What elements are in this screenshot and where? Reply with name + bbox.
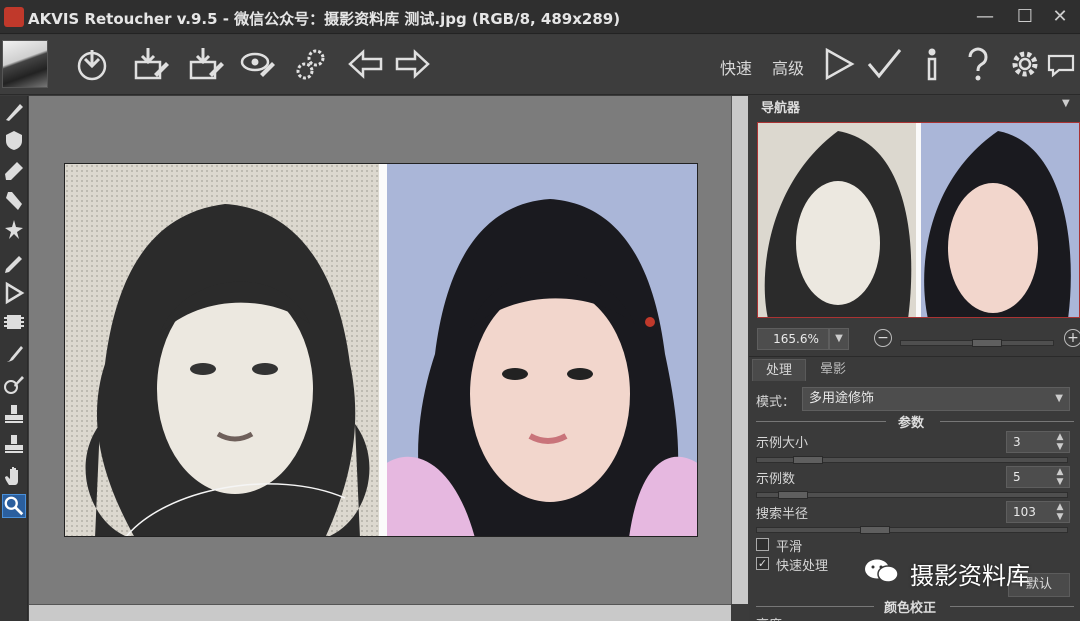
- sample-size-label: 示例大小: [756, 436, 809, 451]
- mode-label: 模式：: [756, 395, 796, 410]
- before-portrait: [65, 164, 385, 536]
- image-canvas[interactable]: [29, 96, 731, 604]
- search-radius-slider-thumb[interactable]: [860, 526, 890, 534]
- stamp-icon[interactable]: [2, 188, 26, 212]
- navigator-collapse-icon[interactable]: ▼: [1062, 98, 1070, 109]
- navigator-title: 导航器: [761, 101, 801, 116]
- color-divider-right: [950, 606, 1074, 607]
- tab-separator: [749, 356, 1080, 357]
- advanced-mode-button[interactable]: 高级: [772, 55, 804, 79]
- params-header: 参数: [898, 416, 925, 431]
- sample-count-value: 5: [1013, 470, 1021, 484]
- magic-wand-icon[interactable]: [2, 218, 26, 242]
- quick-mode-button[interactable]: 快速: [720, 55, 752, 79]
- sample-size-value: 3: [1013, 435, 1021, 449]
- redo-arrow-icon[interactable]: [392, 44, 432, 84]
- horizontal-scrollbar[interactable]: [29, 604, 731, 621]
- params-divider-left: [756, 421, 886, 422]
- app-logo-icon: [4, 7, 24, 27]
- navigator-thumbnail[interactable]: [757, 122, 1080, 318]
- save-icon[interactable]: [130, 44, 170, 84]
- params-divider-right: [940, 421, 1074, 422]
- sample-size-field[interactable]: 3 ▲ ▼: [1006, 431, 1070, 453]
- mode-select-value: 多用途修饰: [809, 391, 875, 406]
- sample-count-slider-thumb[interactable]: [778, 491, 808, 499]
- sample-count-spinner-icon[interactable]: ▲ ▼: [1052, 467, 1068, 487]
- zoom-out-button[interactable]: −: [874, 329, 892, 347]
- wechat-icon: [862, 557, 902, 585]
- before-image: [65, 164, 385, 536]
- chameleon-stamp-icon[interactable]: [2, 432, 26, 456]
- search-radius-field[interactable]: 103 ▲ ▼: [1006, 501, 1070, 523]
- sample-size-slider-thumb[interactable]: [793, 456, 823, 464]
- sample-size-spinner-icon[interactable]: ▲ ▼: [1052, 432, 1068, 452]
- smooth-label: 平滑: [776, 540, 803, 555]
- pencil-icon[interactable]: [2, 252, 26, 276]
- color-correction-header: 颜色校正: [884, 601, 937, 616]
- close-button[interactable]: ✕: [1045, 4, 1075, 30]
- apply-check-icon[interactable]: [864, 44, 904, 84]
- mode-select[interactable]: 多用途修饰 ▼: [802, 387, 1070, 411]
- settings-gear-icon[interactable]: [1005, 44, 1045, 84]
- zoom-tool-button[interactable]: [2, 494, 26, 518]
- preferences-gear-icon[interactable]: [292, 44, 332, 84]
- export-icon[interactable]: [185, 44, 225, 84]
- window-title: AKVIS Retoucher v.9.5 - 微信公众号：摄影资料库 测试.j…: [28, 10, 621, 28]
- maximize-button[interactable]: ☐: [1010, 4, 1040, 30]
- zoom-dropdown-icon[interactable]: ▼: [829, 328, 849, 350]
- clone-stamp-icon[interactable]: [2, 402, 26, 426]
- sample-count-label: 示例数: [756, 472, 796, 487]
- avatar-image: [2, 40, 48, 88]
- after-portrait: [385, 164, 697, 536]
- chip-selection-icon[interactable]: [2, 310, 26, 334]
- help-icon[interactable]: [958, 44, 998, 84]
- brightness-label: 亮度: [756, 614, 782, 621]
- open-icon[interactable]: [72, 44, 112, 84]
- brush-icon[interactable]: [2, 342, 26, 366]
- photo-comparison: [64, 163, 698, 537]
- smooth-checkbox[interactable]: [756, 538, 769, 551]
- zoom-in-button[interactable]: +: [1064, 329, 1080, 347]
- sample-count-field[interactable]: 5 ▲ ▼: [1006, 466, 1070, 488]
- info-icon[interactable]: [912, 44, 952, 84]
- watermark-text: 摄影资料库: [910, 562, 1030, 590]
- zoom-slider-thumb[interactable]: [972, 339, 1002, 347]
- fast-processing-checkbox[interactable]: ✓: [756, 557, 769, 570]
- hand-icon[interactable]: [2, 464, 26, 488]
- undo-arrow-icon[interactable]: [346, 44, 386, 84]
- tab-processing[interactable]: 处理: [752, 359, 806, 381]
- tab-vignette[interactable]: 晕影: [808, 359, 858, 381]
- eraser-icon[interactable]: [2, 158, 26, 182]
- zoom-icon: [4, 496, 24, 516]
- play-selection-icon[interactable]: [2, 281, 26, 305]
- chat-icon[interactable]: [1045, 44, 1077, 84]
- search-radius-slider[interactable]: [756, 527, 1068, 533]
- navigator-preview: [758, 123, 1079, 317]
- vertical-scrollbar[interactable]: [731, 96, 748, 604]
- history-brush-icon[interactable]: [2, 372, 26, 396]
- patch-icon[interactable]: [2, 128, 26, 152]
- run-play-icon[interactable]: [818, 44, 858, 84]
- color-divider-left: [756, 606, 874, 607]
- after-image: [385, 164, 697, 536]
- zoom-value-field[interactable]: 165.6%: [757, 328, 829, 350]
- search-radius-value: 103: [1013, 505, 1036, 519]
- search-radius-spinner-icon[interactable]: ▲ ▼: [1052, 502, 1068, 522]
- minimize-button[interactable]: —: [970, 4, 1000, 30]
- search-radius-label: 搜索半径: [756, 507, 809, 522]
- mode-dropdown-icon: ▼: [1055, 393, 1063, 404]
- fast-processing-label: 快速处理: [776, 559, 829, 574]
- retouch-brush-icon[interactable]: [2, 100, 26, 124]
- batch-icon[interactable]: [238, 44, 278, 84]
- split-divider[interactable]: [379, 164, 387, 536]
